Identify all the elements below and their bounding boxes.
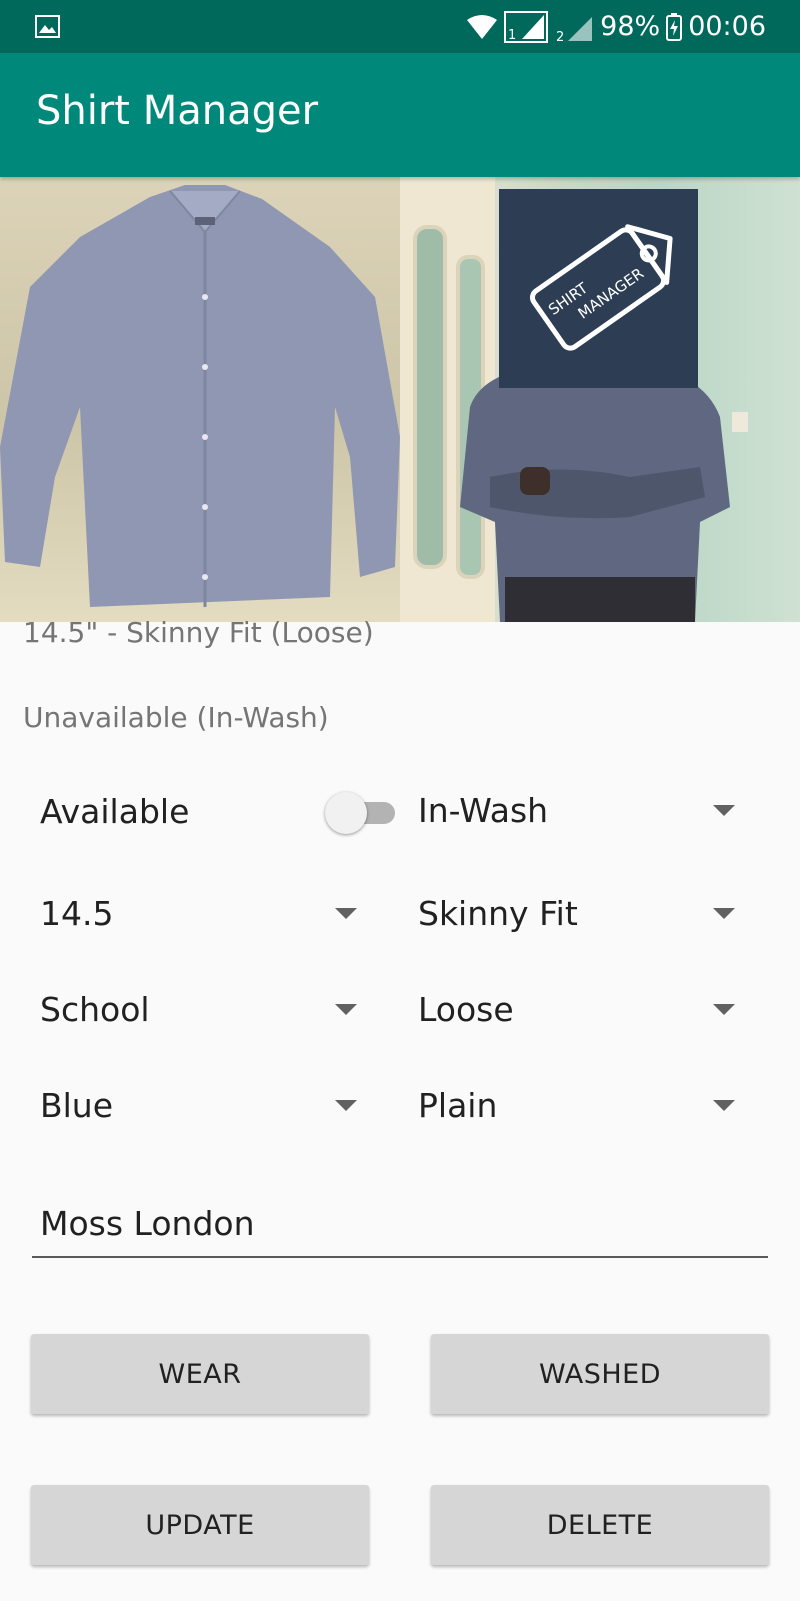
brand-input[interactable] — [32, 1200, 768, 1258]
pattern-value: Plain — [418, 1086, 498, 1125]
wash-state-dropdown[interactable]: In-Wash — [418, 781, 738, 841]
available-toggle[interactable] — [325, 792, 399, 834]
tightness-dropdown[interactable]: Loose — [418, 980, 738, 1040]
pattern-dropdown[interactable]: Plain — [418, 1076, 738, 1136]
size-dropdown[interactable]: 14.5 — [40, 884, 360, 944]
dropdown-arrow-icon — [335, 1004, 357, 1015]
available-label: Available — [40, 792, 190, 831]
status-icons: 1 2 98% 00:06 — [466, 0, 766, 53]
colour-dropdown[interactable]: Blue — [40, 1076, 360, 1136]
wifi-icon — [467, 14, 498, 39]
usage-value: School — [40, 990, 150, 1029]
shirt-photo[interactable] — [0, 177, 400, 622]
battery-percent: 98% — [600, 11, 661, 42]
app-title: Shirt Manager — [36, 88, 319, 134]
toggle-thumb — [325, 792, 367, 834]
delete-button[interactable]: DELETE — [431, 1485, 769, 1565]
dropdown-arrow-icon — [713, 1004, 735, 1015]
app-bar: Shirt Manager — [0, 53, 800, 177]
shirt-manager-logo: SHIRT MANAGER — [499, 189, 698, 388]
wash-state-value: In-Wash — [418, 791, 549, 830]
shirt-illustration — [0, 185, 400, 607]
update-button[interactable]: UPDATE — [31, 1485, 369, 1565]
dropdown-arrow-icon — [713, 805, 735, 816]
sim1-label: 1 — [508, 28, 516, 43]
washed-button[interactable]: WASHED — [431, 1334, 769, 1414]
dropdown-arrow-icon — [335, 1100, 357, 1111]
fit-value: Skinny Fit — [418, 894, 578, 933]
colour-value: Blue — [40, 1086, 114, 1125]
tightness-value: Loose — [418, 990, 514, 1029]
shirt-photos: SHIRT MANAGER — [0, 177, 800, 622]
availability-status: Unavailable (In-Wash) — [23, 701, 329, 734]
sim2-label: 2 — [556, 30, 564, 43]
battery-charging-icon — [666, 12, 683, 41]
fit-dropdown[interactable]: Skinny Fit — [418, 884, 738, 944]
available-row: Available — [40, 782, 395, 842]
gallery-icon — [35, 15, 60, 38]
dropdown-arrow-icon — [713, 1100, 735, 1111]
wear-button[interactable]: WEAR — [31, 1334, 369, 1414]
dropdown-arrow-icon — [335, 908, 357, 919]
dropdown-arrow-icon — [713, 908, 735, 919]
status-bar: 1 2 98% 00:06 — [0, 0, 800, 53]
shirt-summary: 14.5" - Skinny Fit (Loose) — [23, 616, 374, 649]
size-value: 14.5 — [40, 894, 114, 933]
signal-icon: 2 — [556, 16, 593, 43]
clock: 00:06 — [688, 11, 766, 42]
usage-dropdown[interactable]: School — [40, 980, 360, 1040]
signal-icon: 1 — [504, 10, 549, 43]
